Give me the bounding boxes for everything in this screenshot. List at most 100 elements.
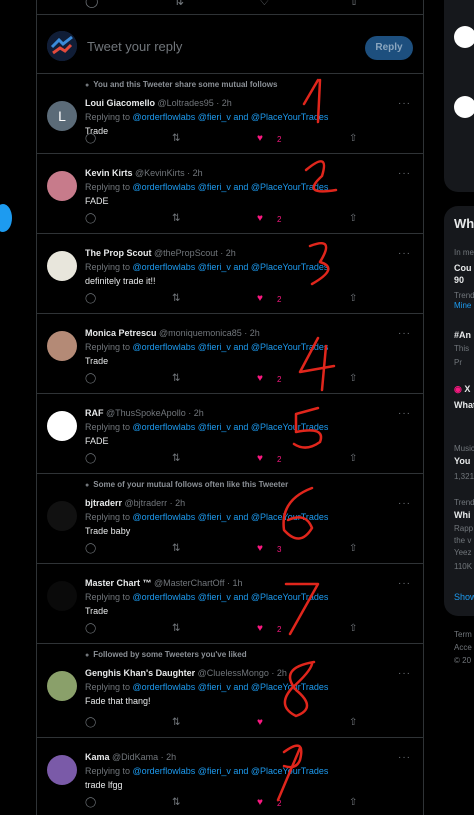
like-icon[interactable]: ♥ bbox=[257, 213, 263, 224]
like-icon[interactable]: ♥ bbox=[257, 623, 263, 634]
share-icon[interactable]: ⇧ bbox=[349, 717, 357, 728]
more-options-icon[interactable]: ··· bbox=[398, 98, 411, 109]
like-icon[interactable]: ♥ bbox=[257, 133, 263, 144]
share-icon[interactable]: ⇧ bbox=[349, 213, 357, 224]
share-icon[interactable]: ⇧ bbox=[349, 293, 357, 304]
trend-hashtag[interactable]: #An bbox=[454, 330, 471, 340]
more-options-icon[interactable]: ··· bbox=[398, 752, 411, 763]
share-icon[interactable]: ⇧ bbox=[349, 373, 357, 384]
more-options-icon[interactable]: ··· bbox=[398, 328, 411, 339]
trend-x[interactable]: ◉ X bbox=[454, 384, 470, 395]
retweet-icon[interactable]: ⇅ bbox=[172, 373, 180, 384]
reply-mentions[interactable]: @orderflowlabs @fieri_v and @PlaceYourTr… bbox=[133, 766, 329, 776]
handle-time[interactable]: @DidKama · 2h bbox=[112, 752, 176, 762]
reply-mentions[interactable]: @orderflowlabs @fieri_v and @PlaceYourTr… bbox=[133, 682, 329, 692]
display-name[interactable]: Genghis Khan's Daughter bbox=[85, 668, 195, 678]
reply-mentions[interactable]: @orderflowlabs @fieri_v and @PlaceYourTr… bbox=[133, 512, 329, 522]
tweet-reply[interactable]: Kama @DidKama · 2h ··· Replying to @orderf… bbox=[37, 738, 423, 815]
tweet-reply[interactable]: Some of your mutual follows often like t… bbox=[37, 474, 423, 564]
suggested-avatar-2[interactable] bbox=[454, 96, 474, 118]
trend-title[interactable]: Cou bbox=[454, 263, 472, 273]
handle-time[interactable]: @thePropScout · 2h bbox=[154, 248, 236, 258]
tweet-reply[interactable]: The Prop Scout @thePropScout · 2h ··· Repl… bbox=[37, 234, 423, 314]
retweet-icon[interactable]: ⇅ bbox=[172, 213, 180, 224]
avatar[interactable] bbox=[47, 411, 77, 441]
reply-mentions[interactable]: @orderflowlabs @fieri_v and @PlaceYourTr… bbox=[133, 182, 329, 192]
reply-icon[interactable]: ◯ bbox=[85, 717, 96, 728]
reply-icon[interactable]: ◯ bbox=[85, 0, 98, 8]
handle-time[interactable]: @CluelessMongo · 2h bbox=[198, 668, 287, 678]
suggested-avatar-1[interactable] bbox=[454, 26, 474, 48]
retweet-icon[interactable]: ⇅ bbox=[174, 0, 184, 8]
retweet-icon[interactable]: ⇅ bbox=[172, 623, 180, 634]
trend-whi[interactable]: Whi bbox=[454, 510, 471, 520]
display-name[interactable]: Loui Giacomello bbox=[85, 98, 155, 108]
retweet-icon[interactable]: ⇅ bbox=[172, 293, 180, 304]
reply-icon[interactable]: ◯ bbox=[85, 293, 96, 304]
share-icon[interactable]: ⇧ bbox=[349, 623, 357, 634]
avatar[interactable] bbox=[47, 581, 77, 611]
like-icon[interactable]: ♥ bbox=[257, 453, 263, 464]
retweet-icon[interactable]: ⇅ bbox=[172, 543, 180, 554]
share-icon[interactable]: ⇧ bbox=[349, 797, 357, 808]
avatar[interactable] bbox=[47, 251, 77, 281]
avatar[interactable] bbox=[47, 171, 77, 201]
reply-mentions[interactable]: @orderflowlabs @fieri_v and @PlaceYourTr… bbox=[133, 422, 329, 432]
share-icon[interactable]: ⇧ bbox=[349, 453, 357, 464]
tweet-reply[interactable]: Monica Petrescu @moniquemonica85 · 2h ···… bbox=[37, 314, 423, 394]
share-icon[interactable]: ⇧ bbox=[349, 133, 357, 144]
reply-icon[interactable]: ◯ bbox=[85, 453, 96, 464]
show-more-link[interactable]: Show bbox=[454, 592, 474, 602]
reply-mentions[interactable]: @orderflowlabs @fieri_v and @PlaceYourTr… bbox=[133, 262, 329, 272]
compose-fab[interactable] bbox=[0, 204, 12, 232]
reply-icon[interactable]: ◯ bbox=[85, 133, 96, 144]
more-options-icon[interactable]: ··· bbox=[398, 498, 411, 509]
more-options-icon[interactable]: ··· bbox=[398, 248, 411, 259]
avatar[interactable]: L bbox=[47, 101, 77, 131]
tweet-reply[interactable]: Master Chart ™ @MasterChartOff · 1h ··· Re… bbox=[37, 564, 423, 644]
tweet-reply[interactable]: Kevin Kirts @KevinKirts · 2h ··· Replying … bbox=[37, 154, 423, 234]
share-icon[interactable]: ⇧ bbox=[349, 0, 359, 8]
reply-mentions[interactable]: @orderflowlabs @fieri_v and @PlaceYourTr… bbox=[133, 592, 329, 602]
retweet-icon[interactable]: ⇅ bbox=[172, 797, 180, 808]
more-options-icon[interactable]: ··· bbox=[398, 168, 411, 179]
handle-time[interactable]: @Loltrades95 · 2h bbox=[158, 98, 232, 108]
avatar[interactable] bbox=[47, 755, 77, 785]
reply-button[interactable]: Reply bbox=[365, 36, 413, 60]
display-name[interactable]: The Prop Scout bbox=[85, 248, 152, 258]
display-name[interactable]: Kevin Kirts bbox=[85, 168, 133, 178]
share-icon[interactable]: ⇧ bbox=[349, 543, 357, 554]
avatar[interactable] bbox=[47, 671, 77, 701]
reply-icon[interactable]: ◯ bbox=[85, 623, 96, 634]
tweet-reply[interactable]: Followed by some Tweeters you've liked Ge… bbox=[37, 644, 423, 738]
terms-link[interactable]: Term bbox=[454, 630, 472, 639]
like-icon[interactable]: ♡ bbox=[259, 0, 270, 8]
tweet-reply[interactable]: RAF @ThusSpokeApollo · 2h ··· Replying to … bbox=[37, 394, 423, 474]
like-icon[interactable]: ♥ bbox=[257, 543, 263, 554]
reply-icon[interactable]: ◯ bbox=[85, 543, 96, 554]
retweet-icon[interactable]: ⇅ bbox=[172, 133, 180, 144]
handle-time[interactable]: @KevinKirts · 2h bbox=[135, 168, 203, 178]
reply-icon[interactable]: ◯ bbox=[85, 797, 96, 808]
display-name[interactable]: RAF bbox=[85, 408, 104, 418]
display-name[interactable]: Master Chart ™ bbox=[85, 578, 152, 588]
more-options-icon[interactable]: ··· bbox=[398, 668, 411, 679]
accessibility-link[interactable]: Acce bbox=[454, 643, 472, 652]
trend-link[interactable]: Mine bbox=[454, 301, 471, 310]
display-name[interactable]: Monica Petrescu bbox=[85, 328, 157, 338]
reply-icon[interactable]: ◯ bbox=[85, 213, 96, 224]
like-icon[interactable]: ♥ bbox=[257, 717, 263, 728]
tweet-reply[interactable]: You and this Tweeter share some mutual f… bbox=[37, 74, 423, 154]
handle-time[interactable]: @ThusSpokeApollo · 2h bbox=[106, 408, 204, 418]
handle-time[interactable]: @MasterChartOff · 1h bbox=[154, 578, 243, 588]
reply-input[interactable]: Tweet your reply bbox=[87, 39, 182, 54]
like-icon[interactable]: ♥ bbox=[257, 797, 263, 808]
reply-mentions[interactable]: @orderflowlabs @fieri_v and @PlaceYourTr… bbox=[133, 342, 329, 352]
display-name[interactable]: bjtraderr bbox=[85, 498, 122, 508]
reply-icon[interactable]: ◯ bbox=[85, 373, 96, 384]
like-icon[interactable]: ♥ bbox=[257, 293, 263, 304]
music-trend[interactable]: You bbox=[454, 456, 470, 466]
avatar[interactable] bbox=[47, 331, 77, 361]
avatar[interactable] bbox=[47, 501, 77, 531]
retweet-icon[interactable]: ⇅ bbox=[172, 453, 180, 464]
